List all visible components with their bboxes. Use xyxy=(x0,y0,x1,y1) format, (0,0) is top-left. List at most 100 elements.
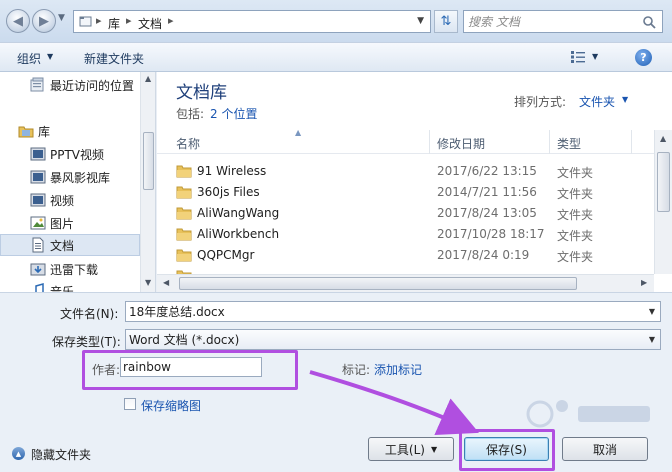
scroll-up-icon[interactable]: ▲ xyxy=(145,74,151,83)
address-bar-area: ◀ ▶ ▼ ▸ 库 ▸ 文档 ▸ ▼ ⇅ xyxy=(0,0,672,42)
folder-icon xyxy=(176,249,192,262)
file-name: 360js Files xyxy=(197,185,260,199)
file-row-partial[interactable] xyxy=(157,266,654,274)
scroll-down-icon[interactable]: ▼ xyxy=(145,278,151,287)
arrange-by-label: 排列方式: xyxy=(514,95,567,109)
nav-item-recent-places[interactable]: 最近访问的位置 xyxy=(0,74,140,96)
column-divider[interactable] xyxy=(631,130,632,154)
new-folder-button[interactable]: 新建文件夹 xyxy=(84,50,144,67)
file-row[interactable]: 360js Files 2014/7/21 11:56 文件夹 xyxy=(157,182,654,203)
download-library-icon xyxy=(30,263,46,276)
filename-label: 文件名(N): xyxy=(60,307,119,321)
add-tags-link[interactable]: 添加标记 xyxy=(374,361,422,378)
breadcrumb-separator-icon: ▸ xyxy=(96,14,102,27)
column-divider[interactable] xyxy=(429,130,430,154)
arrange-dropdown-icon[interactable]: ▼ xyxy=(622,95,628,104)
address-history-dropdown-icon[interactable]: ▼ xyxy=(417,16,424,26)
nav-scroll-thumb[interactable] xyxy=(143,132,154,190)
scroll-left-icon[interactable]: ◀ xyxy=(163,278,169,287)
nav-item-music[interactable]: 音乐 xyxy=(0,280,140,292)
folder-icon xyxy=(176,207,192,220)
organize-menu-button[interactable]: 组织 xyxy=(17,50,41,67)
breadcrumb-separator-icon: ▸ xyxy=(126,14,132,27)
view-dropdown-icon[interactable]: ▼ xyxy=(592,52,598,61)
nav-label: 视频 xyxy=(50,193,75,208)
organize-dropdown-icon[interactable]: ▼ xyxy=(47,52,53,61)
folder-location-icon xyxy=(79,16,92,27)
recent-pages-dropdown-icon[interactable]: ▼ xyxy=(58,13,65,23)
view-options-icon[interactable] xyxy=(571,51,585,63)
file-row[interactable]: AliWorkbench 2017/10/28 18:17 文件夹 xyxy=(157,224,654,245)
scroll-up-icon[interactable]: ▲ xyxy=(660,134,666,143)
save-highlight-box xyxy=(459,429,555,471)
file-date: 2017/8/24 13:05 xyxy=(437,206,537,220)
includes-locations-link[interactable]: 2 个位置 xyxy=(210,105,257,122)
nav-item-documents[interactable]: 文档 xyxy=(0,234,140,256)
back-button[interactable]: ◀ xyxy=(6,9,30,33)
tools-button[interactable]: 工具(L) ▼ xyxy=(368,437,454,461)
file-row[interactable]: 91 Wireless 2017/6/22 13:15 文件夹 xyxy=(157,161,654,182)
filename-dropdown-icon[interactable]: ▼ xyxy=(649,307,655,316)
search-icon[interactable] xyxy=(642,15,656,29)
video-library-icon xyxy=(30,147,46,161)
nav-label: 暴风影视库 xyxy=(50,170,111,185)
file-type: 文件夹 xyxy=(557,208,594,222)
file-type: 文件夹 xyxy=(557,187,594,201)
help-button[interactable]: ? xyxy=(635,49,652,66)
file-row[interactable]: AliWangWang 2017/8/24 13:05 文件夹 xyxy=(157,203,654,224)
file-name: 91 Wireless xyxy=(197,164,267,178)
savetype-select[interactable]: Word 文档 (*.docx) ▼ xyxy=(125,329,661,350)
breadcrumb-library[interactable]: 库 xyxy=(108,15,120,32)
search-input[interactable] xyxy=(468,13,638,30)
nav-item-thunder-download[interactable]: 迅雷下载 xyxy=(0,258,140,280)
video-library-icon xyxy=(30,170,46,184)
column-date-modified[interactable]: 修改日期 xyxy=(437,135,485,152)
nav-item-pictures[interactable]: 图片 xyxy=(0,212,140,234)
folder-icon xyxy=(176,228,192,241)
collapse-up-icon[interactable]: ▲ xyxy=(12,447,25,460)
file-date: 2014/7/21 11:56 xyxy=(437,185,537,199)
file-list-vertical-scrollbar[interactable]: ▲ xyxy=(654,130,672,274)
savetype-dropdown-icon[interactable]: ▼ xyxy=(649,335,655,344)
arrange-by-dropdown[interactable]: 文件夹 xyxy=(579,93,615,110)
file-name: AliWangWang xyxy=(197,206,280,220)
nav-item-pptv-video[interactable]: PPTV视频 xyxy=(0,143,140,165)
file-type: 文件夹 xyxy=(557,229,594,243)
library-title: 文档库 xyxy=(176,83,227,103)
save-thumbnail-label[interactable]: 保存缩略图 xyxy=(141,397,201,414)
nav-label: 音乐 xyxy=(50,284,75,293)
nav-item-library[interactable]: 库 xyxy=(0,120,140,142)
save-thumbnail-checkbox[interactable] xyxy=(124,398,136,410)
file-row[interactable]: QQPCMgr 2017/8/24 0:19 文件夹 xyxy=(157,245,654,266)
documents-library-icon xyxy=(32,237,44,253)
breadcrumb-documents[interactable]: 文档 xyxy=(138,15,162,32)
nav-scrollbar[interactable]: ▲ ▼ xyxy=(140,72,155,292)
address-box[interactable]: ▸ 库 ▸ 文档 ▸ ▼ xyxy=(73,10,431,33)
nav-label: 文档 xyxy=(50,238,75,253)
nav-label: PPTV视频 xyxy=(50,147,105,162)
refresh-button[interactable]: ⇅ xyxy=(434,10,458,33)
sort-ascending-icon: ▲ xyxy=(295,128,302,137)
column-divider[interactable] xyxy=(549,130,550,154)
pictures-library-icon xyxy=(30,216,46,230)
cancel-button[interactable]: 取消 xyxy=(562,437,648,461)
music-library-icon xyxy=(35,283,44,292)
scroll-right-icon[interactable]: ▶ xyxy=(641,278,647,287)
file-name: QQPCMgr xyxy=(197,248,255,262)
horizontal-scroll-thumb[interactable] xyxy=(179,277,577,290)
search-box[interactable] xyxy=(463,10,663,33)
nav-label: 迅雷下载 xyxy=(50,262,99,277)
file-list-horizontal-scrollbar[interactable]: ◀ ▶ xyxy=(157,274,654,292)
refresh-icon: ⇅ xyxy=(440,14,452,29)
nav-item-videos[interactable]: 视频 xyxy=(0,189,140,211)
nav-item-storm-video[interactable]: 暴风影视库 xyxy=(0,166,140,188)
file-date: 2017/6/22 13:15 xyxy=(437,164,537,178)
column-name[interactable]: 名称 xyxy=(176,135,200,152)
forward-button[interactable]: ▶ xyxy=(32,9,56,33)
filename-field[interactable]: 18年度总结.docx ▼ xyxy=(125,301,661,322)
vertical-scroll-thumb[interactable] xyxy=(657,152,670,212)
filename-value: 18年度总结.docx xyxy=(129,305,225,319)
hide-folders-button[interactable]: 隐藏文件夹 xyxy=(31,446,91,463)
breadcrumb-separator-icon: ▸ xyxy=(168,14,174,27)
column-type[interactable]: 类型 xyxy=(557,135,581,152)
